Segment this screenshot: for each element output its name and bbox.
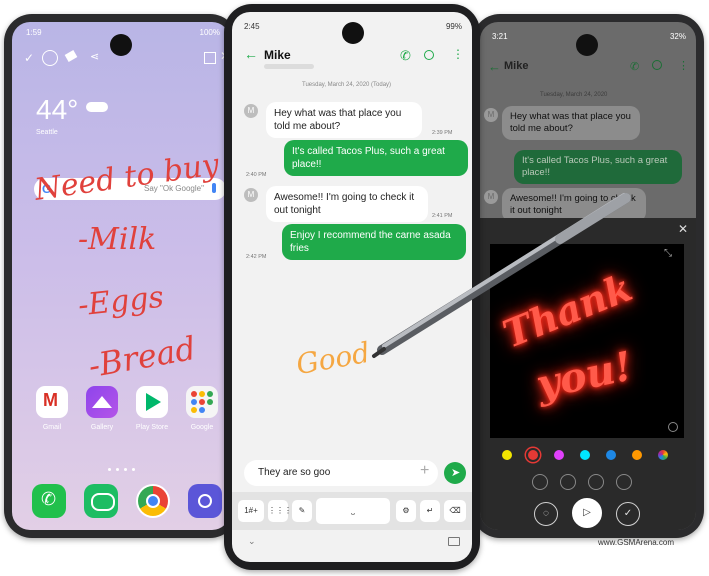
stylus-overlay [372,193,631,358]
watermark: www.GSMArena.com [598,538,675,547]
stylus-pen [372,193,631,358]
